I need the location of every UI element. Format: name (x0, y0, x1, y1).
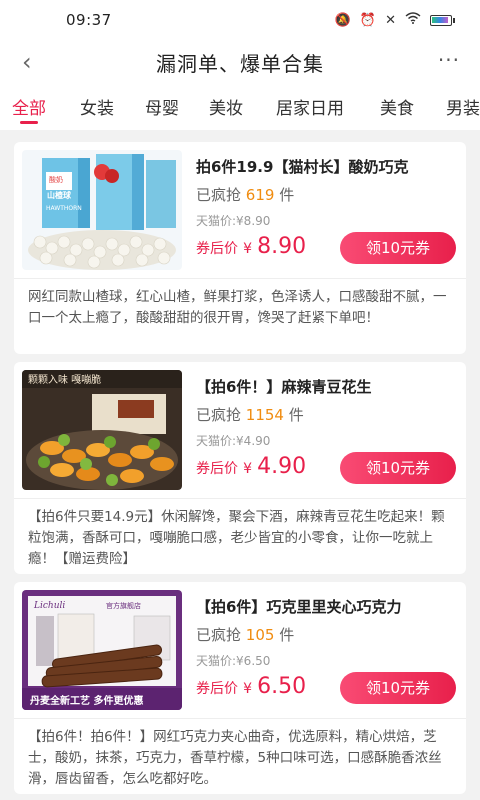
tab-home[interactable]: 居家日用 (276, 94, 344, 119)
image-text: HAWTHORN (46, 205, 82, 212)
product-description: 【拍6件！拍6件！】网红巧克力夹心曲奇，优选原料，精心烘焙，芝士，酸奶，抹茶，巧… (14, 718, 466, 798)
get-coupon-button[interactable]: 领10元券 (340, 672, 456, 704)
product-image[interactable]: 酸奶 山楂球 HAWTHORN (22, 150, 182, 270)
tab-active-indicator (20, 121, 38, 124)
more-icon[interactable]: ··· (438, 48, 460, 72)
tab-food[interactable]: 美食 (380, 94, 414, 119)
image-text: 山楂球 (47, 190, 72, 200)
product-image[interactable]: 颗颗入味 嘎嘣脆 (22, 370, 182, 490)
alarm-icon: ⏰ (359, 12, 377, 28)
tmall-price: 天猫价:¥8.90 (196, 214, 271, 228)
mute-icon: 🔕 (334, 12, 351, 28)
signal-off-icon: ✕ (385, 12, 396, 28)
sold-count: 已疯抢 1154 件 (196, 406, 304, 424)
status-time: 09:37 (66, 11, 112, 29)
category-tabs: 全部 女装 母婴 美妆 居家日用 美食 男装 (0, 86, 480, 130)
get-coupon-button[interactable]: 领10元券 (340, 452, 456, 484)
status-bar: 09:37 🔕 ⏰ ✕ (0, 0, 480, 40)
product-image[interactable]: Lichuli 官方旗舰店 丹麦全新工艺 多件更优惠 (22, 590, 182, 710)
sold-count: 已疯抢 619 件 (196, 186, 295, 204)
battery-icon (430, 14, 455, 26)
product-description: 网红同款山楂球，红心山楂，鲜果打浆，色泽诱人，口感酸甜不腻，一口一个太上瘾了，酸… (14, 278, 466, 337)
product-title[interactable]: 拍6件19.9【猫村长】酸奶巧克 (196, 156, 460, 177)
tab-men[interactable]: 男装 (446, 94, 480, 119)
product-card[interactable]: 颗颗入味 嘎嘣脆 【拍6件！】麻辣青豆花生 已疯抢 1154 件 天猫价:¥4.… (14, 362, 466, 574)
product-description: 【拍6件只要14.9元】休闲解馋，聚会下酒，麻辣青豆花生吃起来！颗粒饱满，香酥可… (14, 498, 466, 578)
product-title[interactable]: 【拍6件！】麻辣青豆花生 (196, 376, 460, 397)
tab-women[interactable]: 女装 (80, 94, 114, 119)
tab-baby[interactable]: 母婴 (145, 94, 179, 119)
wifi-icon (405, 12, 421, 28)
product-title[interactable]: 【拍6件】巧克里里夹心巧克力 (196, 596, 460, 617)
image-text: 丹麦全新工艺 多件更优惠 (30, 694, 143, 707)
tab-all[interactable]: 全部 (12, 94, 46, 124)
navbar: ‹ 漏洞单、爆单合集 ··· (0, 40, 480, 86)
product-card[interactable]: 酸奶 山楂球 HAWTHORN 拍6件19.9【猫村长】酸奶巧克 已疯抢 619… (14, 142, 466, 354)
page-title: 漏洞单、爆单合集 (156, 52, 324, 76)
tmall-price: 天猫价:¥6.50 (196, 654, 271, 668)
sold-count: 已疯抢 105 件 (196, 626, 295, 644)
image-text: 酸奶 (49, 175, 63, 184)
tmall-price: 天猫价:¥4.90 (196, 434, 271, 448)
get-coupon-button[interactable]: 领10元券 (340, 232, 456, 264)
product-card[interactable]: Lichuli 官方旗舰店 丹麦全新工艺 多件更优惠 【拍6件】巧克里里夹心巧克… (14, 582, 466, 794)
tab-beauty[interactable]: 美妆 (209, 94, 243, 119)
image-text: 官方旗舰店 (106, 601, 141, 610)
after-coupon-price: 券后价 ¥ 4.90 (196, 454, 307, 479)
brand-logo: Lichuli (33, 601, 65, 611)
image-text: 颗颗入味 嘎嘣脆 (28, 373, 101, 386)
after-coupon-price: 券后价 ¥ 8.90 (196, 234, 307, 259)
tab-label: 全部 (12, 99, 46, 119)
after-coupon-price: 券后价 ¥ 6.50 (196, 674, 307, 699)
